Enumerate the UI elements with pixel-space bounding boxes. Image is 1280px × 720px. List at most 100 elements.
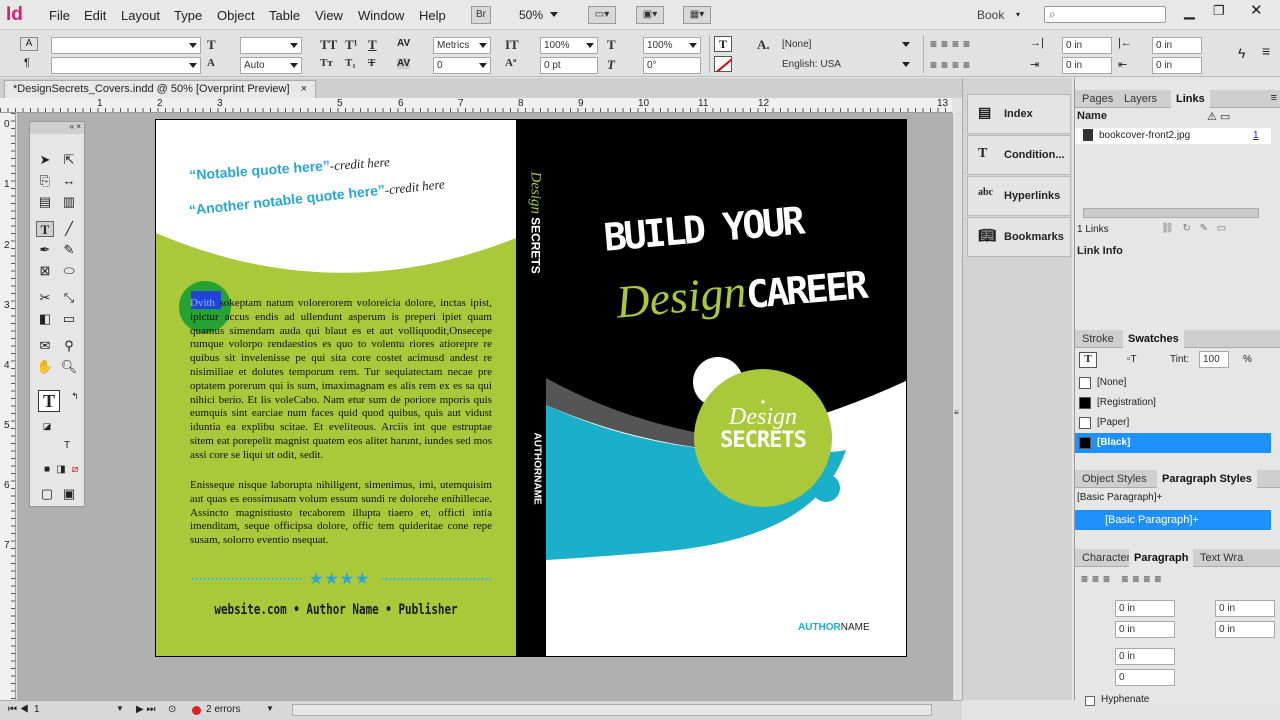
swatch-registration[interactable]: [Registration] bbox=[1075, 393, 1271, 413]
menu-view[interactable]: View bbox=[315, 8, 343, 23]
badge[interactable]: ★ Design SECRETS bbox=[698, 398, 828, 454]
tab-object-styles[interactable]: Object Styles bbox=[1077, 470, 1152, 488]
tab-paragraph[interactable]: Paragraph bbox=[1129, 549, 1194, 567]
close-tab-icon[interactable]: × bbox=[301, 83, 307, 95]
paragraph-formatting-icon[interactable]: ¶ bbox=[24, 57, 30, 69]
font-family-field[interactable] bbox=[51, 37, 201, 54]
small-caps-icon[interactable]: Tт bbox=[320, 57, 333, 69]
page-tool-icon[interactable]: ⎘ bbox=[36, 173, 54, 189]
menu-object[interactable]: Object bbox=[217, 8, 255, 23]
selection-tool-icon[interactable]: ➤ bbox=[36, 152, 54, 168]
preflight-errors[interactable]: 2 errors bbox=[206, 704, 240, 715]
direct-selection-tool-icon[interactable]: ⇱ bbox=[60, 152, 78, 168]
scissors-tool-icon[interactable]: ✂ bbox=[36, 290, 54, 306]
tab-character[interactable]: Character bbox=[1077, 549, 1135, 567]
preflight-icon[interactable]: ⊙ bbox=[168, 704, 176, 715]
workspace-dropdown-icon[interactable]: ▾ bbox=[1016, 10, 1020, 19]
underline-icon[interactable]: T bbox=[368, 37, 377, 53]
vertical-scale-field[interactable]: 100% bbox=[540, 37, 598, 54]
back-cover-paragraph-2[interactable]: Enisseque nisque laborupta nihiligent, s… bbox=[190, 479, 492, 548]
line-tool-icon[interactable]: ╱ bbox=[60, 221, 78, 237]
page-nav-prev-icon[interactable]: ⏮ ◀ bbox=[8, 704, 29, 715]
back-cover-paragraph-1[interactable]: Dvith sokeptam natum volorerorem volorei… bbox=[190, 297, 492, 463]
first-indent-field[interactable]: 0 in bbox=[1062, 57, 1112, 74]
links-action-icons[interactable]: ⛓ ↻ ✎ ▭ bbox=[1161, 223, 1229, 234]
horizontal-scale-field[interactable]: 100% bbox=[643, 37, 701, 54]
tracking-field[interactable]: 0 bbox=[433, 57, 491, 74]
formatting-text-icon[interactable]: ▫T bbox=[1127, 354, 1137, 365]
default-fill-stroke-icon[interactable]: ◪ bbox=[38, 418, 56, 434]
swatch-fill-icon[interactable]: T bbox=[1079, 352, 1097, 368]
menu-layout[interactable]: Layout bbox=[121, 8, 160, 23]
para-drop-cap[interactable]: 0 bbox=[1115, 669, 1175, 686]
restore-icon[interactable]: ❐ bbox=[1213, 3, 1225, 19]
tools-panel-header[interactable]: « × bbox=[30, 122, 84, 134]
language-field[interactable]: English: USA bbox=[779, 57, 913, 74]
panel-menu-icon[interactable]: ≡ bbox=[1271, 92, 1277, 104]
justify-buttons[interactable]: ≡≡≡≡ bbox=[930, 58, 974, 72]
tab-pages[interactable]: Pages bbox=[1077, 90, 1118, 108]
close-window-icon[interactable]: ✕ bbox=[1250, 1, 1263, 19]
minimize-icon[interactable]: ▁ bbox=[1184, 3, 1195, 20]
paragraph-style-item[interactable]: [Basic Paragraph]+ bbox=[1075, 510, 1271, 530]
superscript-icon[interactable]: T¹ bbox=[345, 37, 358, 53]
arrange-documents-icon[interactable]: ▦▾ bbox=[683, 6, 711, 24]
menu-file[interactable]: File bbox=[49, 8, 70, 23]
lightning-icon[interactable]: ϟ bbox=[1238, 45, 1245, 61]
menu-table[interactable]: Table bbox=[269, 8, 300, 23]
page-nav-next-icon[interactable]: ▶ ⏭ bbox=[136, 704, 155, 715]
link-info-header[interactable]: Link Info bbox=[1077, 245, 1123, 257]
para-space-before[interactable]: 0 in bbox=[1115, 648, 1175, 665]
hand-tool-icon[interactable]: ✋ bbox=[36, 359, 54, 375]
para-left-indent[interactable]: 0 in bbox=[1115, 600, 1175, 617]
menu-help[interactable]: Help bbox=[419, 8, 446, 23]
para-first-indent[interactable]: 0 in bbox=[1115, 621, 1175, 638]
workspace-switcher[interactable]: Book bbox=[977, 8, 1004, 22]
page-number[interactable]: 1 bbox=[34, 704, 40, 715]
right-indent-field[interactable]: 0 in bbox=[1152, 37, 1202, 54]
gap-tool-icon[interactable]: ↔ bbox=[60, 173, 78, 189]
page-dropdown-icon[interactable]: ▼ bbox=[116, 704, 124, 713]
pencil-tool-icon[interactable]: ✎ bbox=[60, 242, 78, 258]
font-style-field[interactable] bbox=[51, 57, 201, 74]
dock-bookmarks[interactable]: 📖︎ Bookmarks bbox=[967, 217, 1071, 257]
free-transform-tool-icon[interactable]: ⤡ bbox=[60, 290, 78, 306]
font-size-field[interactable] bbox=[240, 37, 302, 54]
strikethrough-icon[interactable]: T bbox=[368, 57, 375, 69]
tab-paragraph-styles[interactable]: Paragraph Styles bbox=[1157, 470, 1257, 488]
gradient-feather-tool-icon[interactable]: ▭ bbox=[60, 311, 78, 327]
vertical-ruler[interactable]: 0 1 2 3 4 5 6 7 bbox=[0, 113, 16, 700]
normal-mode-icon[interactable]: ▢ bbox=[38, 486, 56, 502]
type-tool-icon[interactable]: T bbox=[36, 221, 54, 237]
character-style-field[interactable]: [None] bbox=[779, 37, 913, 54]
content-collector-icon[interactable]: ▤ bbox=[36, 194, 54, 210]
para-right-indent[interactable]: 0 in bbox=[1215, 600, 1275, 617]
links-column-name[interactable]: Name bbox=[1077, 110, 1107, 122]
eyedropper-tool-icon[interactable]: ⚲ bbox=[60, 338, 78, 354]
left-indent-field[interactable]: 0 in bbox=[1062, 37, 1112, 54]
links-hscroll[interactable] bbox=[1083, 208, 1259, 218]
swatch-paper[interactable]: [Paper] bbox=[1075, 413, 1271, 433]
dock-conditional-text[interactable]: T Condition... bbox=[967, 135, 1071, 175]
book-cover-spread[interactable]: “Notable quote here”-credit here “Anothe… bbox=[155, 119, 907, 657]
tab-layers[interactable]: Layers bbox=[1119, 90, 1162, 108]
dock-hyperlinks[interactable]: abc Hyperlinks bbox=[967, 176, 1071, 216]
headline-design-script[interactable]: Design bbox=[614, 264, 748, 328]
link-page-number[interactable]: 1 bbox=[1253, 130, 1259, 141]
bridge-button[interactable]: Br bbox=[471, 6, 491, 24]
paragraph-align-buttons[interactable]: ≡≡≡ ≡≡≡≡ bbox=[1081, 572, 1165, 586]
menu-edit[interactable]: Edit bbox=[84, 8, 106, 23]
vertical-scrollbar[interactable]: ≡ bbox=[952, 113, 962, 700]
tint-field[interactable]: 100 bbox=[1199, 351, 1229, 368]
baseline-shift-field[interactable]: 0 pt bbox=[540, 57, 598, 74]
preview-mode-icon[interactable]: ▣ bbox=[60, 486, 78, 502]
last-indent-field[interactable]: 0 in bbox=[1152, 57, 1202, 74]
horizontal-ruler[interactable]: 1 2 3 5 6 7 8 9 10 11 12 13 bbox=[0, 98, 952, 113]
note-tool-icon[interactable]: ✉ bbox=[36, 338, 54, 354]
link-row[interactable]: bookcover-front2.jpg 1 bbox=[1075, 128, 1271, 144]
tab-links[interactable]: Links bbox=[1171, 90, 1210, 108]
kerning-field[interactable]: Metrics bbox=[433, 37, 491, 54]
character-formatting-icon[interactable]: A bbox=[20, 37, 38, 51]
skew-field[interactable]: 0° bbox=[643, 57, 701, 74]
subscript-icon[interactable]: T₁ bbox=[345, 57, 356, 69]
